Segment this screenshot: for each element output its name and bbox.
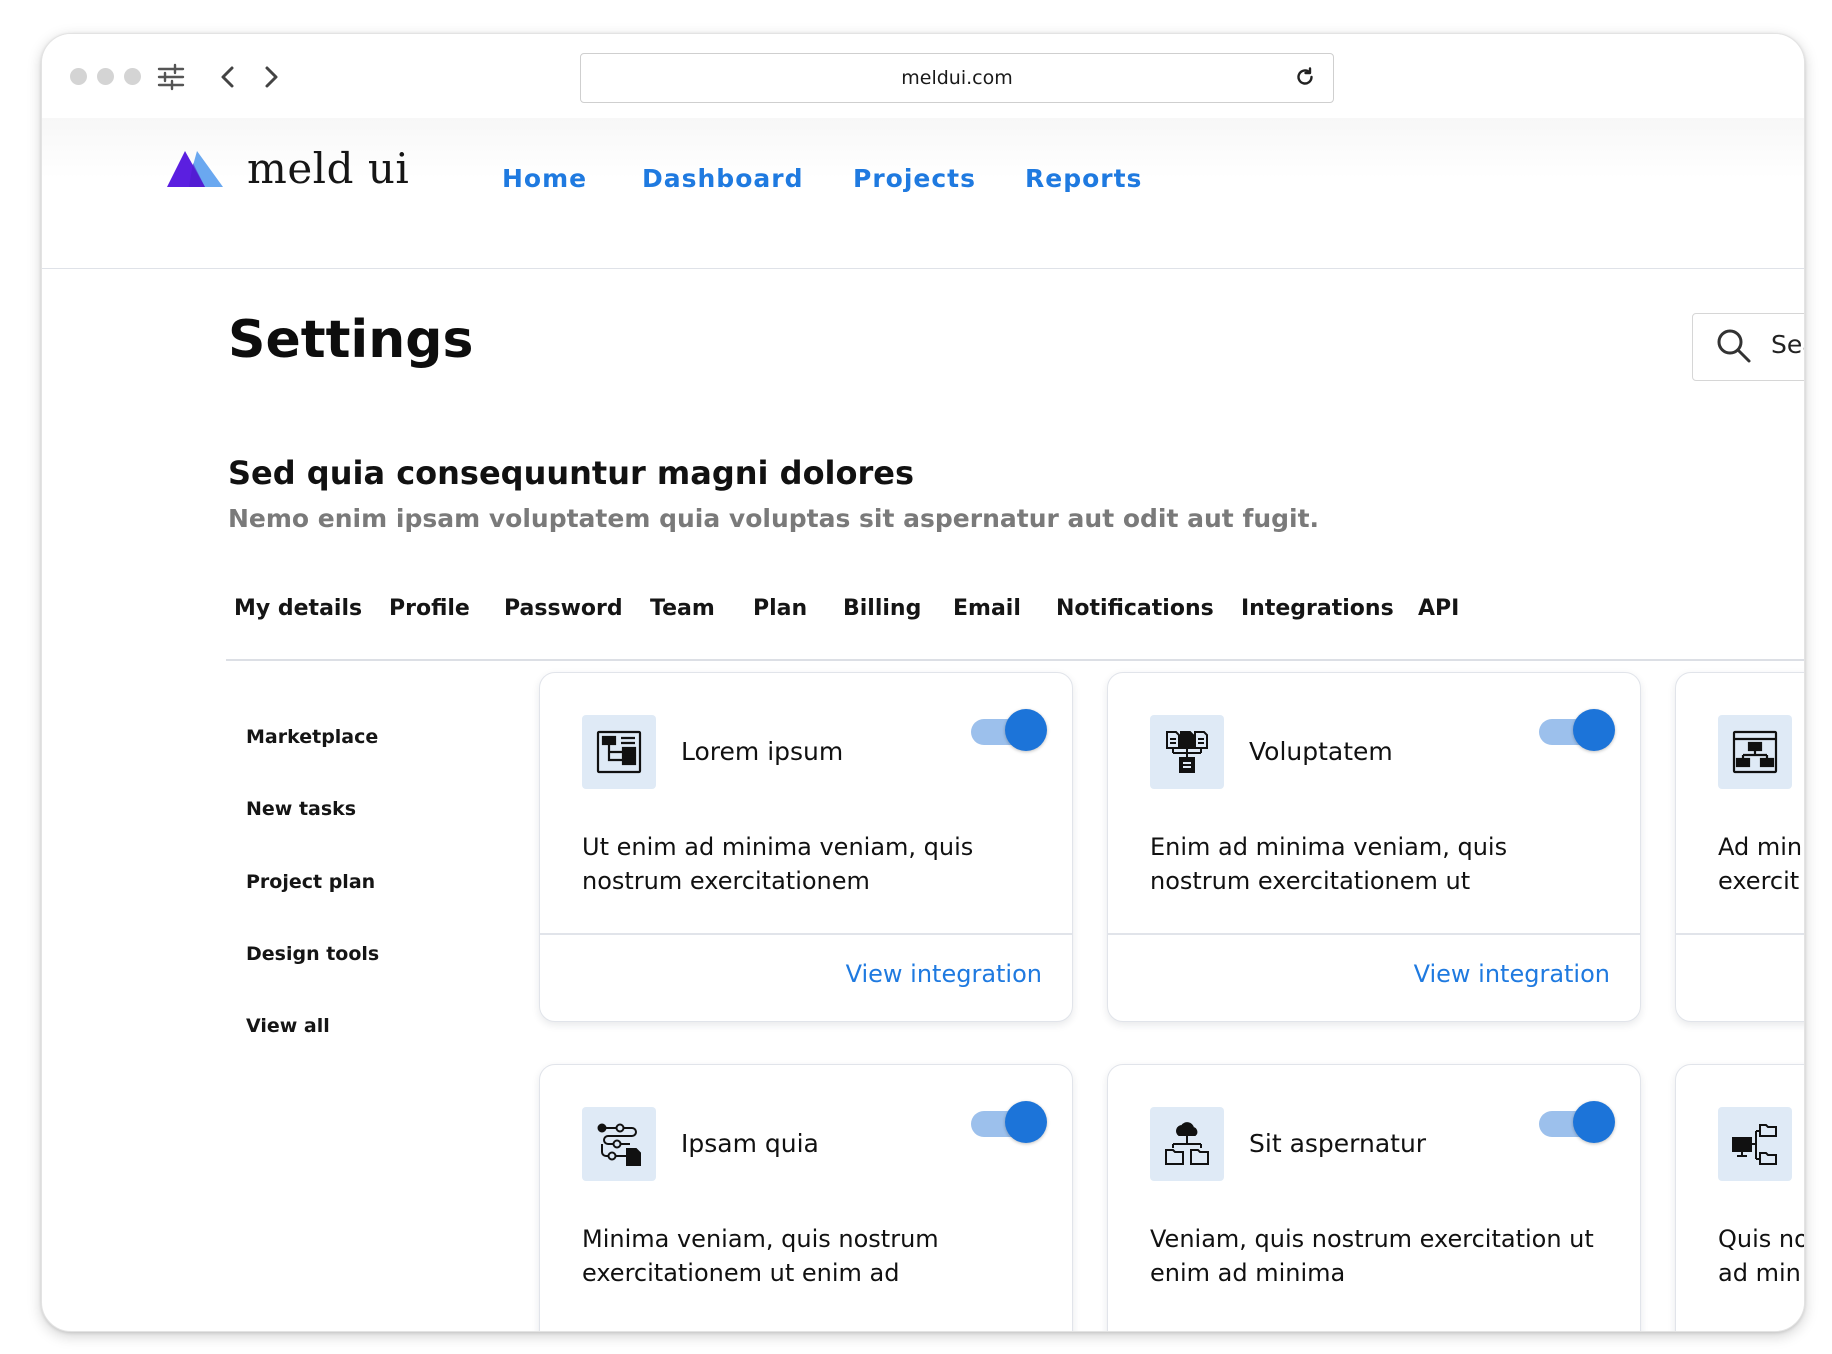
browser-toolbar: meldui.com [42, 34, 1804, 118]
documents-merge-icon [1150, 715, 1224, 789]
page-title: Settings [228, 310, 474, 370]
monitor-folders-icon [1718, 1107, 1792, 1181]
logo-mark-icon [167, 150, 223, 187]
card-description-line: Ad min [1718, 833, 1803, 861]
card-description-line: exercitationem ut enim ad [582, 1259, 900, 1287]
url-text: meldui.com [901, 67, 1013, 89]
card-description-line: nostrum exercitationem [582, 867, 870, 895]
sidebar-item-project-plan[interactable]: Project plan [246, 871, 375, 893]
card-description-line: Minima veniam, quis nostrum [582, 1225, 939, 1253]
integration-toggle[interactable] [1539, 709, 1615, 753]
integration-card: Ad min exercit [1675, 672, 1804, 1022]
card-title: Sit aspernatur [1249, 1129, 1427, 1158]
integration-toggle[interactable] [971, 1101, 1047, 1145]
window-minimize-dot[interactable] [97, 68, 114, 85]
cloud-folders-icon [1150, 1107, 1224, 1181]
card-description: Enim ad minima veniam, quis nostrum exer… [1150, 830, 1610, 898]
search-icon [1717, 329, 1751, 363]
tab-integrations[interactable]: Integrations [1241, 596, 1394, 621]
card-divider [1676, 933, 1804, 935]
toggle-knob [1005, 709, 1047, 751]
back-arrow-icon[interactable] [211, 60, 245, 94]
card-description-line: Enim ad minima veniam, quis [1150, 833, 1508, 861]
view-integration-link[interactable]: View integration [1414, 960, 1610, 988]
section-subtitle: Nemo enim ipsam voluptatem quia voluptas… [228, 504, 1320, 533]
tab-profile[interactable]: Profile [389, 596, 470, 621]
card-title: Lorem ipsum [681, 737, 844, 766]
address-bar[interactable]: meldui.com [580, 53, 1334, 103]
card-description-line: Veniam, quis nostrum exercitation ut [1150, 1225, 1594, 1253]
integration-card: Ipsam quia Minima veniam, quis nostrum e… [539, 1064, 1073, 1331]
workflow-nodes-icon [582, 1107, 656, 1181]
card-description: Ad min exercit [1718, 830, 1804, 898]
window-sitemap-icon [1718, 715, 1792, 789]
window-maximize-dot[interactable] [124, 68, 141, 85]
integration-card: Lorem ipsum Ut enim ad minima veniam, qu… [539, 672, 1073, 1022]
tab-billing[interactable]: Billing [843, 596, 921, 621]
card-description: Quis no ad min [1718, 1222, 1805, 1290]
card-description: Veniam, quis nostrum exercitation ut eni… [1150, 1222, 1610, 1290]
search-input[interactable]: Sea [1692, 313, 1804, 381]
card-description: Minima veniam, quis nostrum exercitation… [582, 1222, 1042, 1290]
sidebar-item-view-all[interactable]: View all [246, 1015, 330, 1037]
sidebar-item-new-tasks[interactable]: New tasks [246, 798, 356, 820]
card-description-line: enim ad minima [1150, 1259, 1346, 1287]
card-description-line: Ut enim ad minima veniam, quis [582, 833, 974, 861]
section-title: Sed quia consequuntur magni dolores [228, 454, 915, 492]
toggle-knob [1573, 709, 1615, 751]
card-description-line: ad min [1718, 1259, 1801, 1287]
forward-arrow-icon[interactable] [254, 60, 288, 94]
tab-team[interactable]: Team [650, 596, 715, 621]
nav-projects[interactable]: Projects [853, 164, 976, 193]
view-integration-link[interactable]: View integration [846, 960, 1042, 988]
logo[interactable]: meld ui [167, 144, 409, 193]
tab-plan[interactable]: Plan [753, 596, 807, 621]
logo-text: meld ui [247, 144, 410, 193]
app-header: meld ui Home Dashboard Projects Reports [42, 118, 1804, 269]
card-description-line: nostrum exercitationem ut [1150, 867, 1471, 895]
card-description-line: Quis no [1718, 1225, 1805, 1253]
card-title: Voluptatem [1249, 737, 1393, 766]
integration-toggle[interactable] [971, 709, 1047, 753]
integration-card: Quis no ad min [1675, 1064, 1805, 1331]
toggle-knob [1573, 1101, 1615, 1143]
search-text: Sea [1771, 330, 1804, 359]
nav-home[interactable]: Home [502, 164, 587, 193]
sidebar-item-marketplace[interactable]: Marketplace [246, 726, 378, 748]
card-divider [540, 933, 1072, 935]
integration-toggle[interactable] [1539, 1101, 1615, 1145]
card-description: Ut enim ad minima veniam, quis nostrum e… [582, 830, 1042, 898]
integration-card: Sit aspernatur Veniam, quis nostrum exer… [1107, 1064, 1641, 1331]
window-close-dot[interactable] [70, 68, 87, 85]
tab-email[interactable]: Email [953, 596, 1021, 621]
tab-password[interactable]: Password [504, 596, 623, 621]
browser-window: meldui.com meld ui Home Dashboard Projec… [41, 33, 1805, 1332]
sliders-icon[interactable] [154, 60, 188, 94]
tabs-divider [226, 659, 1804, 661]
nav-reports[interactable]: Reports [1025, 164, 1142, 193]
tab-my-details[interactable]: My details [234, 596, 362, 621]
tab-notifications[interactable]: Notifications [1056, 596, 1214, 621]
card-divider [1108, 933, 1640, 935]
nav-dashboard[interactable]: Dashboard [642, 164, 803, 193]
toggle-knob [1005, 1101, 1047, 1143]
sidebar-item-design-tools[interactable]: Design tools [246, 943, 379, 965]
layout-blocks-icon [582, 715, 656, 789]
card-title: Ipsam quia [681, 1129, 819, 1158]
reload-icon[interactable] [1293, 65, 1317, 89]
card-description-line: exercit [1718, 867, 1800, 895]
tab-api[interactable]: API [1418, 596, 1459, 621]
integration-card: Voluptatem Enim ad minima veniam, quis n… [1107, 672, 1641, 1022]
